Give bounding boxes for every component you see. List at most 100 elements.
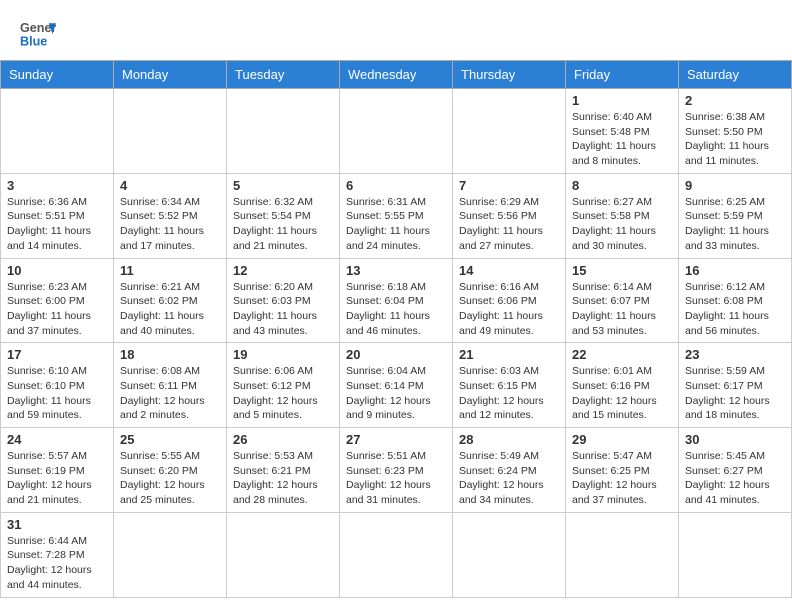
svg-text:Blue: Blue — [20, 35, 47, 49]
day-info: Sunrise: 6:16 AM Sunset: 6:06 PM Dayligh… — [459, 280, 559, 339]
day-number: 30 — [685, 432, 785, 447]
day-number: 1 — [572, 93, 672, 108]
day-number: 28 — [459, 432, 559, 447]
calendar-cell: 16 Sunrise: 6:12 AM Sunset: 6:08 PM Dayli… — [679, 258, 792, 343]
day-info: Sunrise: 6:38 AM Sunset: 5:50 PM Dayligh… — [685, 110, 785, 169]
day-number: 16 — [685, 263, 785, 278]
day-info: Sunrise: 6:27 AM Sunset: 5:58 PM Dayligh… — [572, 195, 672, 254]
day-number: 25 — [120, 432, 220, 447]
day-info: Sunrise: 5:55 AM Sunset: 6:20 PM Dayligh… — [120, 449, 220, 508]
calendar-cell: 15Sunrise: 6:14 AM Sunset: 6:07 PM Dayli… — [566, 258, 679, 343]
weekday-header-thursday: Thursday — [453, 61, 566, 89]
day-info: Sunrise: 6:34 AM Sunset: 5:52 PM Dayligh… — [120, 195, 220, 254]
calendar-cell: 4Sunrise: 6:34 AM Sunset: 5:52 PM Daylig… — [114, 173, 227, 258]
day-info: Sunrise: 6:44 AM Sunset: 7:28 PM Dayligh… — [7, 534, 107, 593]
day-info: Sunrise: 6:25 AM Sunset: 5:59 PM Dayligh… — [685, 195, 785, 254]
weekday-header-row: SundayMondayTuesdayWednesdayThursdayFrid… — [1, 61, 792, 89]
day-info: Sunrise: 6:32 AM Sunset: 5:54 PM Dayligh… — [233, 195, 333, 254]
calendar-cell: 23 Sunrise: 5:59 AM Sunset: 6:17 PM Dayli… — [679, 343, 792, 428]
day-number: 10 — [7, 263, 107, 278]
page-container: General Blue SundayMondayTuesdayWednesda… — [0, 0, 792, 598]
calendar-cell: 17Sunrise: 6:10 AM Sunset: 6:10 PM Dayli… — [1, 343, 114, 428]
day-info: Sunrise: 6:12 AM Sunset: 6:08 PM Dayligh… — [685, 280, 785, 339]
calendar-cell: 28Sunrise: 5:49 AM Sunset: 6:24 PM Dayli… — [453, 428, 566, 513]
calendar-cell — [566, 512, 679, 597]
week-row-6: 31 Sunrise: 6:44 AM Sunset: 7:28 PM Dayli… — [1, 512, 792, 597]
calendar-cell: 5 Sunrise: 6:32 AM Sunset: 5:54 PM Daylig… — [227, 173, 340, 258]
week-row-5: 24 Sunrise: 5:57 AM Sunset: 6:19 PM Dayli… — [1, 428, 792, 513]
day-info: Sunrise: 6:08 AM Sunset: 6:11 PM Dayligh… — [120, 364, 220, 423]
weekday-header-sunday: Sunday — [1, 61, 114, 89]
calendar-cell — [340, 89, 453, 174]
day-number: 24 — [7, 432, 107, 447]
day-number: 20 — [346, 347, 446, 362]
day-info: Sunrise: 6:31 AM Sunset: 5:55 PM Dayligh… — [346, 195, 446, 254]
calendar-cell — [453, 512, 566, 597]
day-number: 23 — [685, 347, 785, 362]
calendar-cell — [227, 89, 340, 174]
calendar-cell: 21 Sunrise: 6:03 AM Sunset: 6:15 PM Dayli… — [453, 343, 566, 428]
calendar-cell: 8Sunrise: 6:27 AM Sunset: 5:58 PM Daylig… — [566, 173, 679, 258]
day-number: 22 — [572, 347, 672, 362]
weekday-header-tuesday: Tuesday — [227, 61, 340, 89]
day-number: 2 — [685, 93, 785, 108]
day-info: Sunrise: 6:20 AM Sunset: 6:03 PM Dayligh… — [233, 280, 333, 339]
calendar-cell: 26 Sunrise: 5:53 AM Sunset: 6:21 PM Dayli… — [227, 428, 340, 513]
day-number: 15 — [572, 263, 672, 278]
header: General Blue — [0, 0, 792, 60]
day-number: 13 — [346, 263, 446, 278]
day-number: 11 — [120, 263, 220, 278]
calendar-cell: 12 Sunrise: 6:20 AM Sunset: 6:03 PM Dayli… — [227, 258, 340, 343]
weekday-header-friday: Friday — [566, 61, 679, 89]
calendar-cell — [114, 89, 227, 174]
day-info: Sunrise: 5:59 AM Sunset: 6:17 PM Dayligh… — [685, 364, 785, 423]
calendar-cell: 19 Sunrise: 6:06 AM Sunset: 6:12 PM Dayli… — [227, 343, 340, 428]
calendar-cell: 14 Sunrise: 6:16 AM Sunset: 6:06 PM Dayli… — [453, 258, 566, 343]
day-number: 29 — [572, 432, 672, 447]
calendar-cell: 2 Sunrise: 6:38 AM Sunset: 5:50 PM Daylig… — [679, 89, 792, 174]
calendar-cell — [114, 512, 227, 597]
calendar-cell: 9 Sunrise: 6:25 AM Sunset: 5:59 PM Daylig… — [679, 173, 792, 258]
day-number: 19 — [233, 347, 333, 362]
calendar-cell: 24 Sunrise: 5:57 AM Sunset: 6:19 PM Dayli… — [1, 428, 114, 513]
weekday-header-saturday: Saturday — [679, 61, 792, 89]
day-info: Sunrise: 5:57 AM Sunset: 6:19 PM Dayligh… — [7, 449, 107, 508]
calendar-cell: 11Sunrise: 6:21 AM Sunset: 6:02 PM Dayli… — [114, 258, 227, 343]
calendar-cell: 30Sunrise: 5:45 AM Sunset: 6:27 PM Dayli… — [679, 428, 792, 513]
calendar-cell — [1, 89, 114, 174]
day-info: Sunrise: 6:23 AM Sunset: 6:00 PM Dayligh… — [7, 280, 107, 339]
day-number: 5 — [233, 178, 333, 193]
week-row-2: 3 Sunrise: 6:36 AM Sunset: 5:51 PM Daylig… — [1, 173, 792, 258]
day-info: Sunrise: 6:03 AM Sunset: 6:15 PM Dayligh… — [459, 364, 559, 423]
day-info: Sunrise: 6:10 AM Sunset: 6:10 PM Dayligh… — [7, 364, 107, 423]
calendar-cell: 18 Sunrise: 6:08 AM Sunset: 6:11 PM Dayli… — [114, 343, 227, 428]
day-number: 3 — [7, 178, 107, 193]
calendar-cell: 29 Sunrise: 5:47 AM Sunset: 6:25 PM Dayli… — [566, 428, 679, 513]
day-number: 27 — [346, 432, 446, 447]
day-number: 31 — [7, 517, 107, 532]
calendar-cell: 25 Sunrise: 5:55 AM Sunset: 6:20 PM Dayli… — [114, 428, 227, 513]
calendar-cell: 27Sunrise: 5:51 AM Sunset: 6:23 PM Dayli… — [340, 428, 453, 513]
day-info: Sunrise: 6:40 AM Sunset: 5:48 PM Dayligh… — [572, 110, 672, 169]
day-number: 18 — [120, 347, 220, 362]
day-info: Sunrise: 6:06 AM Sunset: 6:12 PM Dayligh… — [233, 364, 333, 423]
generalblue-logo-icon: General Blue — [20, 16, 56, 52]
day-info: Sunrise: 6:01 AM Sunset: 6:16 PM Dayligh… — [572, 364, 672, 423]
day-number: 6 — [346, 178, 446, 193]
day-number: 14 — [459, 263, 559, 278]
week-row-4: 17Sunrise: 6:10 AM Sunset: 6:10 PM Dayli… — [1, 343, 792, 428]
weekday-header-wednesday: Wednesday — [340, 61, 453, 89]
calendar-table: SundayMondayTuesdayWednesdayThursdayFrid… — [0, 60, 792, 598]
calendar-cell: 6 Sunrise: 6:31 AM Sunset: 5:55 PM Daylig… — [340, 173, 453, 258]
calendar-cell: 3 Sunrise: 6:36 AM Sunset: 5:51 PM Daylig… — [1, 173, 114, 258]
day-info: Sunrise: 5:47 AM Sunset: 6:25 PM Dayligh… — [572, 449, 672, 508]
weekday-header-monday: Monday — [114, 61, 227, 89]
day-info: Sunrise: 6:36 AM Sunset: 5:51 PM Dayligh… — [7, 195, 107, 254]
day-number: 21 — [459, 347, 559, 362]
day-number: 9 — [685, 178, 785, 193]
day-number: 26 — [233, 432, 333, 447]
day-number: 12 — [233, 263, 333, 278]
calendar-cell — [453, 89, 566, 174]
day-info: Sunrise: 5:53 AM Sunset: 6:21 PM Dayligh… — [233, 449, 333, 508]
day-info: Sunrise: 6:29 AM Sunset: 5:56 PM Dayligh… — [459, 195, 559, 254]
